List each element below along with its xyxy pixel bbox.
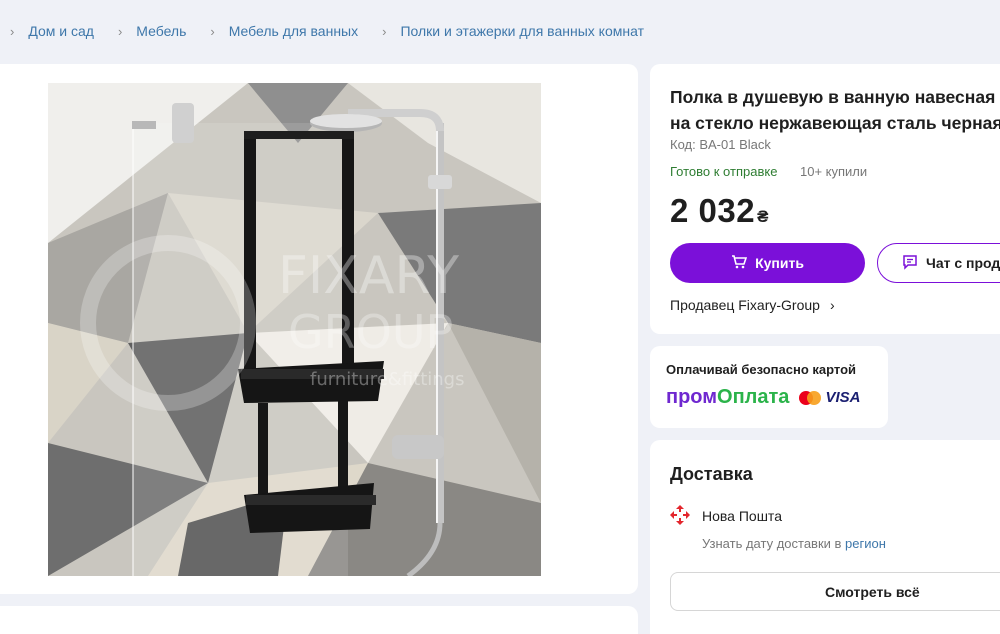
buy-button[interactable]: Купить <box>670 243 865 283</box>
currency-symbol: ₴ <box>757 207 769 226</box>
breadcrumb-label[interactable]: Дом и сад <box>28 23 94 39</box>
product-info-card: Полка в душевую в ванную навесная на сте… <box>650 64 1000 334</box>
mastercard-icon <box>799 390 822 405</box>
breadcrumb-item-home-garden[interactable]: › Дом и сад <box>10 23 118 39</box>
visa-logo: VISA <box>825 389 861 406</box>
nova-poshta-icon <box>668 503 692 527</box>
watermark-text: GROUP <box>288 305 453 359</box>
see-all-button[interactable]: Смотреть всё <box>670 572 1000 611</box>
breadcrumb-label[interactable]: Мебель для ванных <box>229 23 358 39</box>
price: 2 032 ₴ <box>670 192 769 230</box>
payment-card: Оплачивай безопасно картой пром Оплата VI… <box>650 346 888 428</box>
chat-button-label: Чат с продавцом <box>926 255 1000 271</box>
chevron-right-icon: › <box>210 23 215 39</box>
payment-heading: Оплачивай безопасно картой <box>666 362 857 377</box>
breadcrumb-item-bathroom-shelves[interactable]: › Полки и этажерки для ванных комнат <box>382 23 668 39</box>
product-title: Полка в душевую в ванную навесная на сте… <box>670 84 1000 136</box>
delivery-title: Доставка <box>670 464 753 484</box>
watermark-text: FIXARY <box>278 246 459 306</box>
product-gallery: FIXARY GROUP furniture&fittings <box>0 64 638 594</box>
region-link[interactable]: регион <box>845 536 886 551</box>
title-line: на стекло нержавеющая сталь черная <box>670 113 1000 133</box>
breadcrumb-item-bathroom-furniture[interactable]: › Мебель для ванных <box>210 23 382 39</box>
logo-part: Оплата <box>717 386 790 408</box>
stock-status: Готово к отправке <box>670 164 778 179</box>
title-line: Полка в душевую в ванную навесная <box>670 87 996 107</box>
chevron-right-icon: › <box>382 23 387 39</box>
product-photo[interactable]: FIXARY GROUP furniture&fittings <box>48 83 541 576</box>
seller-name: Продавец Fixary-Group <box>670 297 820 313</box>
logo-part: пром <box>666 386 718 408</box>
prom-oplata-logo: пром Оплата VISA <box>666 386 860 409</box>
see-all-label: Смотреть всё <box>825 583 920 600</box>
breadcrumb-label[interactable]: Полки и этажерки для ванных комнат <box>400 23 644 39</box>
product-details-card <box>0 606 638 634</box>
purchase-count: 10+ купили <box>800 164 868 179</box>
watermark-text: furniture&fittings <box>310 369 465 390</box>
chevron-right-icon: › <box>829 297 835 313</box>
price-value: 2 032 <box>670 192 756 229</box>
product-image: FIXARY GROUP furniture&fittings <box>48 83 541 576</box>
chat-seller-button[interactable]: Чат с продавцом <box>877 243 1000 283</box>
cart-icon <box>731 254 748 273</box>
carrier-name: Нова Пошта <box>702 508 782 524</box>
delivery-hint: Узнать дату доставки в регион <box>702 536 886 551</box>
buy-button-label: Купить <box>755 255 804 271</box>
breadcrumb-item-furniture[interactable]: › Мебель <box>118 23 210 39</box>
product-code: Код: BA-01 Black <box>670 137 771 152</box>
delivery-hint-text: Узнать дату доставки в <box>702 536 842 551</box>
chat-icon <box>902 254 918 273</box>
chevron-right-icon: › <box>117 23 123 39</box>
delivery-card: Доставка Нова Пошта Узнать дату доставки… <box>650 440 1000 634</box>
chevron-right-icon: › <box>10 23 15 39</box>
breadcrumb: › Дом и сад › Мебель › Мебель для ванных… <box>0 0 1000 62</box>
breadcrumb-label[interactable]: Мебель <box>136 23 186 39</box>
seller-link[interactable]: Продавец Fixary-Group › <box>670 297 835 313</box>
